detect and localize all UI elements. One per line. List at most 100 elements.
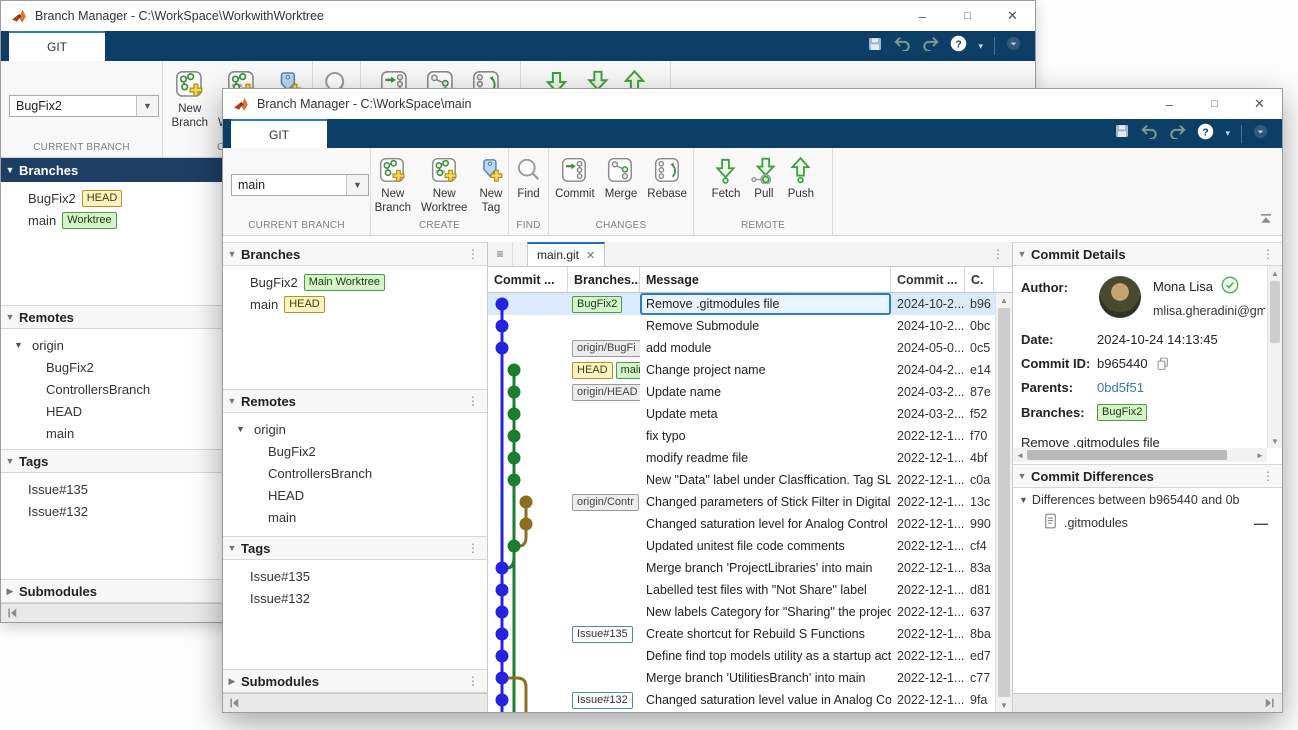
scroll-down-icon[interactable]: ▼ xyxy=(1268,434,1282,448)
commit-row[interactable]: New labels Category for "Sharing" the pr… xyxy=(488,601,1012,623)
differences-tree-root[interactable]: ▼ Differences between b965440 and 0b xyxy=(1013,488,1282,511)
undo-icon[interactable] xyxy=(894,36,911,56)
section-header-remotes[interactable]: ▼Remotes xyxy=(1,305,223,329)
commit-row[interactable]: modify readme file2022-12-1...4bf xyxy=(488,447,1012,469)
collapse-triangle-icon[interactable]: ▶ xyxy=(223,676,241,687)
tree-item[interactable]: ControllersBranch xyxy=(1,378,223,400)
message-cell[interactable]: Changed saturation level for Analog Cont… xyxy=(640,513,891,535)
tree-item[interactable]: mainHEAD xyxy=(223,293,487,315)
collapse-triangle-icon[interactable]: ▼ xyxy=(223,543,241,553)
details-vertical-scrollbar[interactable]: ▲ ▼ xyxy=(1267,266,1282,448)
scroll-down-icon[interactable]: ▼ xyxy=(996,698,1012,712)
commit-row[interactable]: Merge branch 'UtilitiesBranch' into main… xyxy=(488,667,1012,689)
new-worktree-button[interactable]: NewWorktree xyxy=(417,155,471,217)
collapse-panel-left-icon[interactable] xyxy=(1,607,19,619)
tree-item[interactable]: Issue#132 xyxy=(1,500,223,522)
message-cell[interactable]: Remove Submodule xyxy=(640,315,891,337)
collapse-triangle-icon[interactable]: ▼ xyxy=(1,312,19,322)
section-menu-dots-icon[interactable]: ⋮ xyxy=(467,247,487,261)
message-cell[interactable]: New "Data" label under Clasffication. Ta… xyxy=(640,469,891,491)
differences-file-row[interactable]: .gitmodules — xyxy=(1013,511,1282,534)
tree-item[interactable]: HEAD xyxy=(1,400,223,422)
section-menu-dots-icon[interactable]: ⋮ xyxy=(467,541,487,555)
commit-row[interactable]: BugFix2Remove .gitmodules file2024-10-2.… xyxy=(488,293,1012,315)
commit-row[interactable]: Issue#135Create shortcut for Rebuild S F… xyxy=(488,623,1012,645)
collapse-triangle-icon[interactable]: ▼ xyxy=(1,456,19,466)
collapse-ribbon-icon[interactable] xyxy=(1260,211,1272,229)
new-branch-button[interactable]: NewBranch xyxy=(168,68,212,132)
branch-badge[interactable]: BugFix2 xyxy=(1097,404,1147,421)
scroll-left-icon[interactable]: ◄ xyxy=(1013,448,1027,462)
tree-item[interactable]: ControllersBranch xyxy=(223,462,487,484)
parent-commit-link[interactable]: 0bd5f51 xyxy=(1097,380,1144,395)
commit-row[interactable]: origin/ContrChanged parameters of Stick … xyxy=(488,491,1012,513)
section-header-branches[interactable]: ▼Branches⋮ xyxy=(223,242,487,266)
rebase-button[interactable]: Rebase xyxy=(643,155,691,203)
commit-row[interactable]: New "Data" label under Clasffication. Ta… xyxy=(488,469,1012,491)
message-cell[interactable]: Merge branch 'ProjectLibraries' into mai… xyxy=(640,557,891,579)
tree-item[interactable]: BugFix2 xyxy=(1,356,223,378)
tree-item[interactable]: mainWorktree xyxy=(1,209,223,231)
pull-button[interactable]: Pull xyxy=(746,155,781,203)
collapse-triangle-icon[interactable]: ▼ xyxy=(233,424,248,434)
message-cell[interactable]: Update name xyxy=(640,381,891,403)
tab-git[interactable]: GIT xyxy=(9,31,105,61)
collapse-triangle-icon[interactable]: ▼ xyxy=(11,340,26,350)
redo-icon[interactable] xyxy=(922,36,939,56)
help-dropdown-icon[interactable]: ▾ xyxy=(1225,128,1230,139)
commit-details-header[interactable]: ▼ Commit Details ⋮ xyxy=(1013,242,1282,266)
save-icon[interactable] xyxy=(1114,123,1130,144)
merge-button[interactable]: Merge xyxy=(601,155,642,203)
new-branch-button[interactable]: NewBranch xyxy=(371,155,415,217)
tab-git[interactable]: GIT xyxy=(231,119,327,148)
message-cell[interactable]: Changed saturation level value in Analog… xyxy=(640,689,891,711)
commit-row[interactable]: Remove Submodule2024-10-2...0bc xyxy=(488,315,1012,337)
document-list-icon[interactable]: ≡ xyxy=(488,242,513,266)
message-cell[interactable]: Updated unitest file code comments xyxy=(640,535,891,557)
commit-differences-header[interactable]: ▼ Commit Differences ⋮ xyxy=(1013,464,1282,488)
message-cell[interactable]: Labelled test files with "Not Share" lab… xyxy=(640,579,891,601)
scroll-right-icon[interactable]: ► xyxy=(1253,448,1267,462)
section-header-submodules[interactable]: ▶Submodules⋮ xyxy=(223,669,487,693)
push-button[interactable]: Push xyxy=(783,155,818,203)
tree-item[interactable]: Issue#135 xyxy=(1,478,223,500)
maximize-button[interactable]: □ xyxy=(945,1,990,31)
commit-row[interactable]: Labelled test files with "Not Share" lab… xyxy=(488,579,1012,601)
help-dropdown-icon[interactable]: ▾ xyxy=(978,41,983,52)
copy-icon[interactable] xyxy=(1155,356,1170,371)
current-branch-combo[interactable]: main ▼ xyxy=(231,174,369,196)
tree-item[interactable]: main xyxy=(1,422,223,444)
commit-row[interactable]: Changed saturation level for Analog Cont… xyxy=(488,513,1012,535)
section-header-submodules[interactable]: ▶Submodules xyxy=(1,579,223,603)
collapse-triangle-icon[interactable]: ▼ xyxy=(1013,249,1031,259)
column-header-date[interactable]: Commit ... xyxy=(891,267,965,292)
commit-row[interactable]: fix typo2022-12-1...f70 xyxy=(488,425,1012,447)
tree-item[interactable]: HEAD xyxy=(223,484,487,506)
redo-icon[interactable] xyxy=(1169,124,1186,144)
tree-item[interactable]: main xyxy=(223,506,487,528)
tree-item[interactable]: Issue#132 xyxy=(223,587,487,609)
message-cell[interactable]: fix typo xyxy=(640,425,891,447)
minimize-button[interactable]: – xyxy=(900,1,945,31)
message-cell[interactable]: Merge branch 'UtilitiesBranch' into main xyxy=(640,667,891,689)
section-header-remotes[interactable]: ▼Remotes⋮ xyxy=(223,389,487,413)
combo-dropdown-icon[interactable]: ▼ xyxy=(136,96,158,116)
message-cell[interactable]: New labels Category for "Sharing" the pr… xyxy=(640,601,891,623)
column-header-commit-graph[interactable]: Commit ... xyxy=(488,267,568,292)
commit-row[interactable]: Define find top models utility as a star… xyxy=(488,645,1012,667)
panel-menu-dots-icon[interactable]: ⋮ xyxy=(1262,469,1282,483)
column-header-message[interactable]: Message xyxy=(640,267,891,292)
message-cell[interactable]: Change project name xyxy=(640,359,891,381)
maximize-button[interactable]: □ xyxy=(1192,89,1237,119)
collapse-panel-right-icon[interactable] xyxy=(1263,697,1282,709)
close-tab-icon[interactable]: ✕ xyxy=(586,249,595,262)
toolstrip-options-icon[interactable] xyxy=(1006,36,1021,56)
close-button[interactable]: ✕ xyxy=(990,1,1035,31)
section-header-tags[interactable]: ▼Tags⋮ xyxy=(223,536,487,560)
commit-row[interactable]: Updated unitest file code comments2022-1… xyxy=(488,535,1012,557)
collapse-triangle-icon[interactable]: ▶ xyxy=(1,586,19,597)
message-cell[interactable]: Update meta xyxy=(640,403,891,425)
message-cell[interactable]: add module xyxy=(640,337,891,359)
tree-item[interactable]: BugFix2 xyxy=(223,440,487,462)
toolstrip-options-icon[interactable] xyxy=(1253,124,1268,144)
